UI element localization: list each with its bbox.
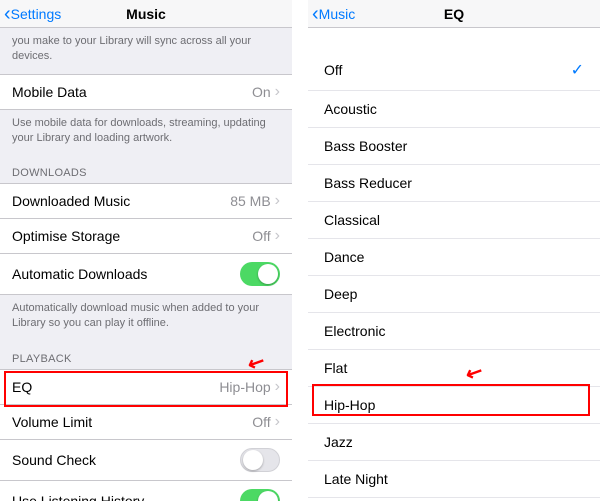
eq-value: Hip-Hop	[219, 379, 270, 395]
use-listening-history-row: Use Listening History	[0, 481, 292, 501]
chevron-right-icon: ›	[275, 227, 280, 245]
volume-limit-row[interactable]: Volume Limit Off ›	[0, 405, 292, 440]
eq-pane: ‹ Music EQ Off ✓ Acoustic Bass Booster Bass …	[308, 0, 600, 501]
eq-option-label: Deep	[324, 286, 357, 302]
eq-option-row[interactable]: Jazz	[308, 424, 600, 461]
eq-option-row[interactable]: Bass Reducer	[308, 165, 600, 202]
use-listening-history-label: Use Listening History	[12, 493, 144, 501]
eq-option-row[interactable]: Bass Booster	[308, 128, 600, 165]
eq-option-label: Bass Reducer	[324, 175, 412, 191]
navbar-right: ‹ Music EQ	[308, 0, 600, 28]
sound-check-row: Sound Check	[0, 440, 292, 481]
back-button-music[interactable]: ‹ Music	[308, 4, 355, 24]
music-settings-pane: ‹ Settings Music you make to your Librar…	[0, 0, 292, 501]
eq-option-row[interactable]: Dance	[308, 239, 600, 276]
eq-option-label: Flat	[324, 360, 347, 376]
navbar-left: ‹ Settings Music	[0, 0, 292, 28]
eq-option-row[interactable]: Acoustic	[308, 91, 600, 128]
mobile-data-label: Mobile Data	[12, 84, 87, 100]
volume-limit-value: Off	[252, 414, 270, 430]
chevron-left-icon: ‹	[4, 4, 11, 24]
automatic-downloads-row: Automatic Downloads	[0, 254, 292, 295]
eq-option-row[interactable]: Electronic	[308, 313, 600, 350]
downloads-header: DOWNLOADS	[0, 155, 292, 183]
optimise-storage-value: Off	[252, 228, 270, 244]
eq-option-list: Off ✓ Acoustic Bass Booster Bass Reducer Clas…	[308, 50, 600, 501]
eq-option-label: Late Night	[324, 471, 388, 487]
eq-option-label: Dance	[324, 249, 364, 265]
eq-option-label: Classical	[324, 212, 380, 228]
downloaded-music-label: Downloaded Music	[12, 193, 130, 209]
eq-row[interactable]: EQ Hip-Hop ›	[0, 369, 292, 405]
eq-option-label: Bass Booster	[324, 138, 407, 154]
eq-option-label: Electronic	[324, 323, 385, 339]
sound-check-switch[interactable]	[240, 448, 280, 472]
downloaded-music-row[interactable]: Downloaded Music 85 MB ›	[0, 183, 292, 219]
chevron-left-icon: ‹	[312, 4, 319, 24]
eq-option-row[interactable]: Deep	[308, 276, 600, 313]
eq-label: EQ	[12, 379, 32, 395]
back-label: Music	[319, 6, 356, 22]
chevron-right-icon: ›	[275, 83, 280, 101]
optimise-storage-label: Optimise Storage	[12, 228, 120, 244]
sync-footer: you make to your Library will sync acros…	[0, 28, 292, 74]
back-label: Settings	[11, 6, 62, 22]
downloaded-music-value: 85 MB	[230, 193, 270, 209]
chevron-right-icon: ›	[275, 413, 280, 431]
mobile-data-value: On	[252, 84, 271, 100]
automatic-downloads-label: Automatic Downloads	[12, 266, 147, 282]
eq-option-label: Hip-Hop	[324, 397, 375, 413]
automatic-downloads-switch[interactable]	[240, 262, 280, 286]
eq-option-row[interactable]: Late Night	[308, 461, 600, 498]
back-button-settings[interactable]: ‹ Settings	[0, 4, 61, 24]
chevron-right-icon: ›	[275, 192, 280, 210]
eq-option-label: Jazz	[324, 434, 353, 450]
mobile-data-row[interactable]: Mobile Data On›	[0, 74, 292, 110]
mobile-data-footer: Use mobile data for downloads, streaming…	[0, 110, 292, 156]
checkmark-icon: ✓	[571, 60, 584, 80]
eq-option-row[interactable]: Flat	[308, 350, 600, 387]
volume-limit-label: Volume Limit	[12, 414, 92, 430]
use-listening-history-switch[interactable]	[240, 489, 280, 501]
chevron-right-icon: ›	[275, 378, 280, 396]
sound-check-label: Sound Check	[12, 452, 96, 468]
optimise-storage-row[interactable]: Optimise Storage Off ›	[0, 219, 292, 254]
eq-option-label: Acoustic	[324, 101, 377, 117]
playback-header: PLAYBACK	[0, 341, 292, 369]
eq-option-row[interactable]: Off ✓	[308, 50, 600, 91]
auto-download-footer: Automatically download music when added …	[0, 295, 292, 341]
eq-option-row[interactable]: Classical	[308, 202, 600, 239]
eq-option-row[interactable]: Hip-Hop	[308, 387, 600, 424]
eq-option-label: Off	[324, 62, 342, 78]
